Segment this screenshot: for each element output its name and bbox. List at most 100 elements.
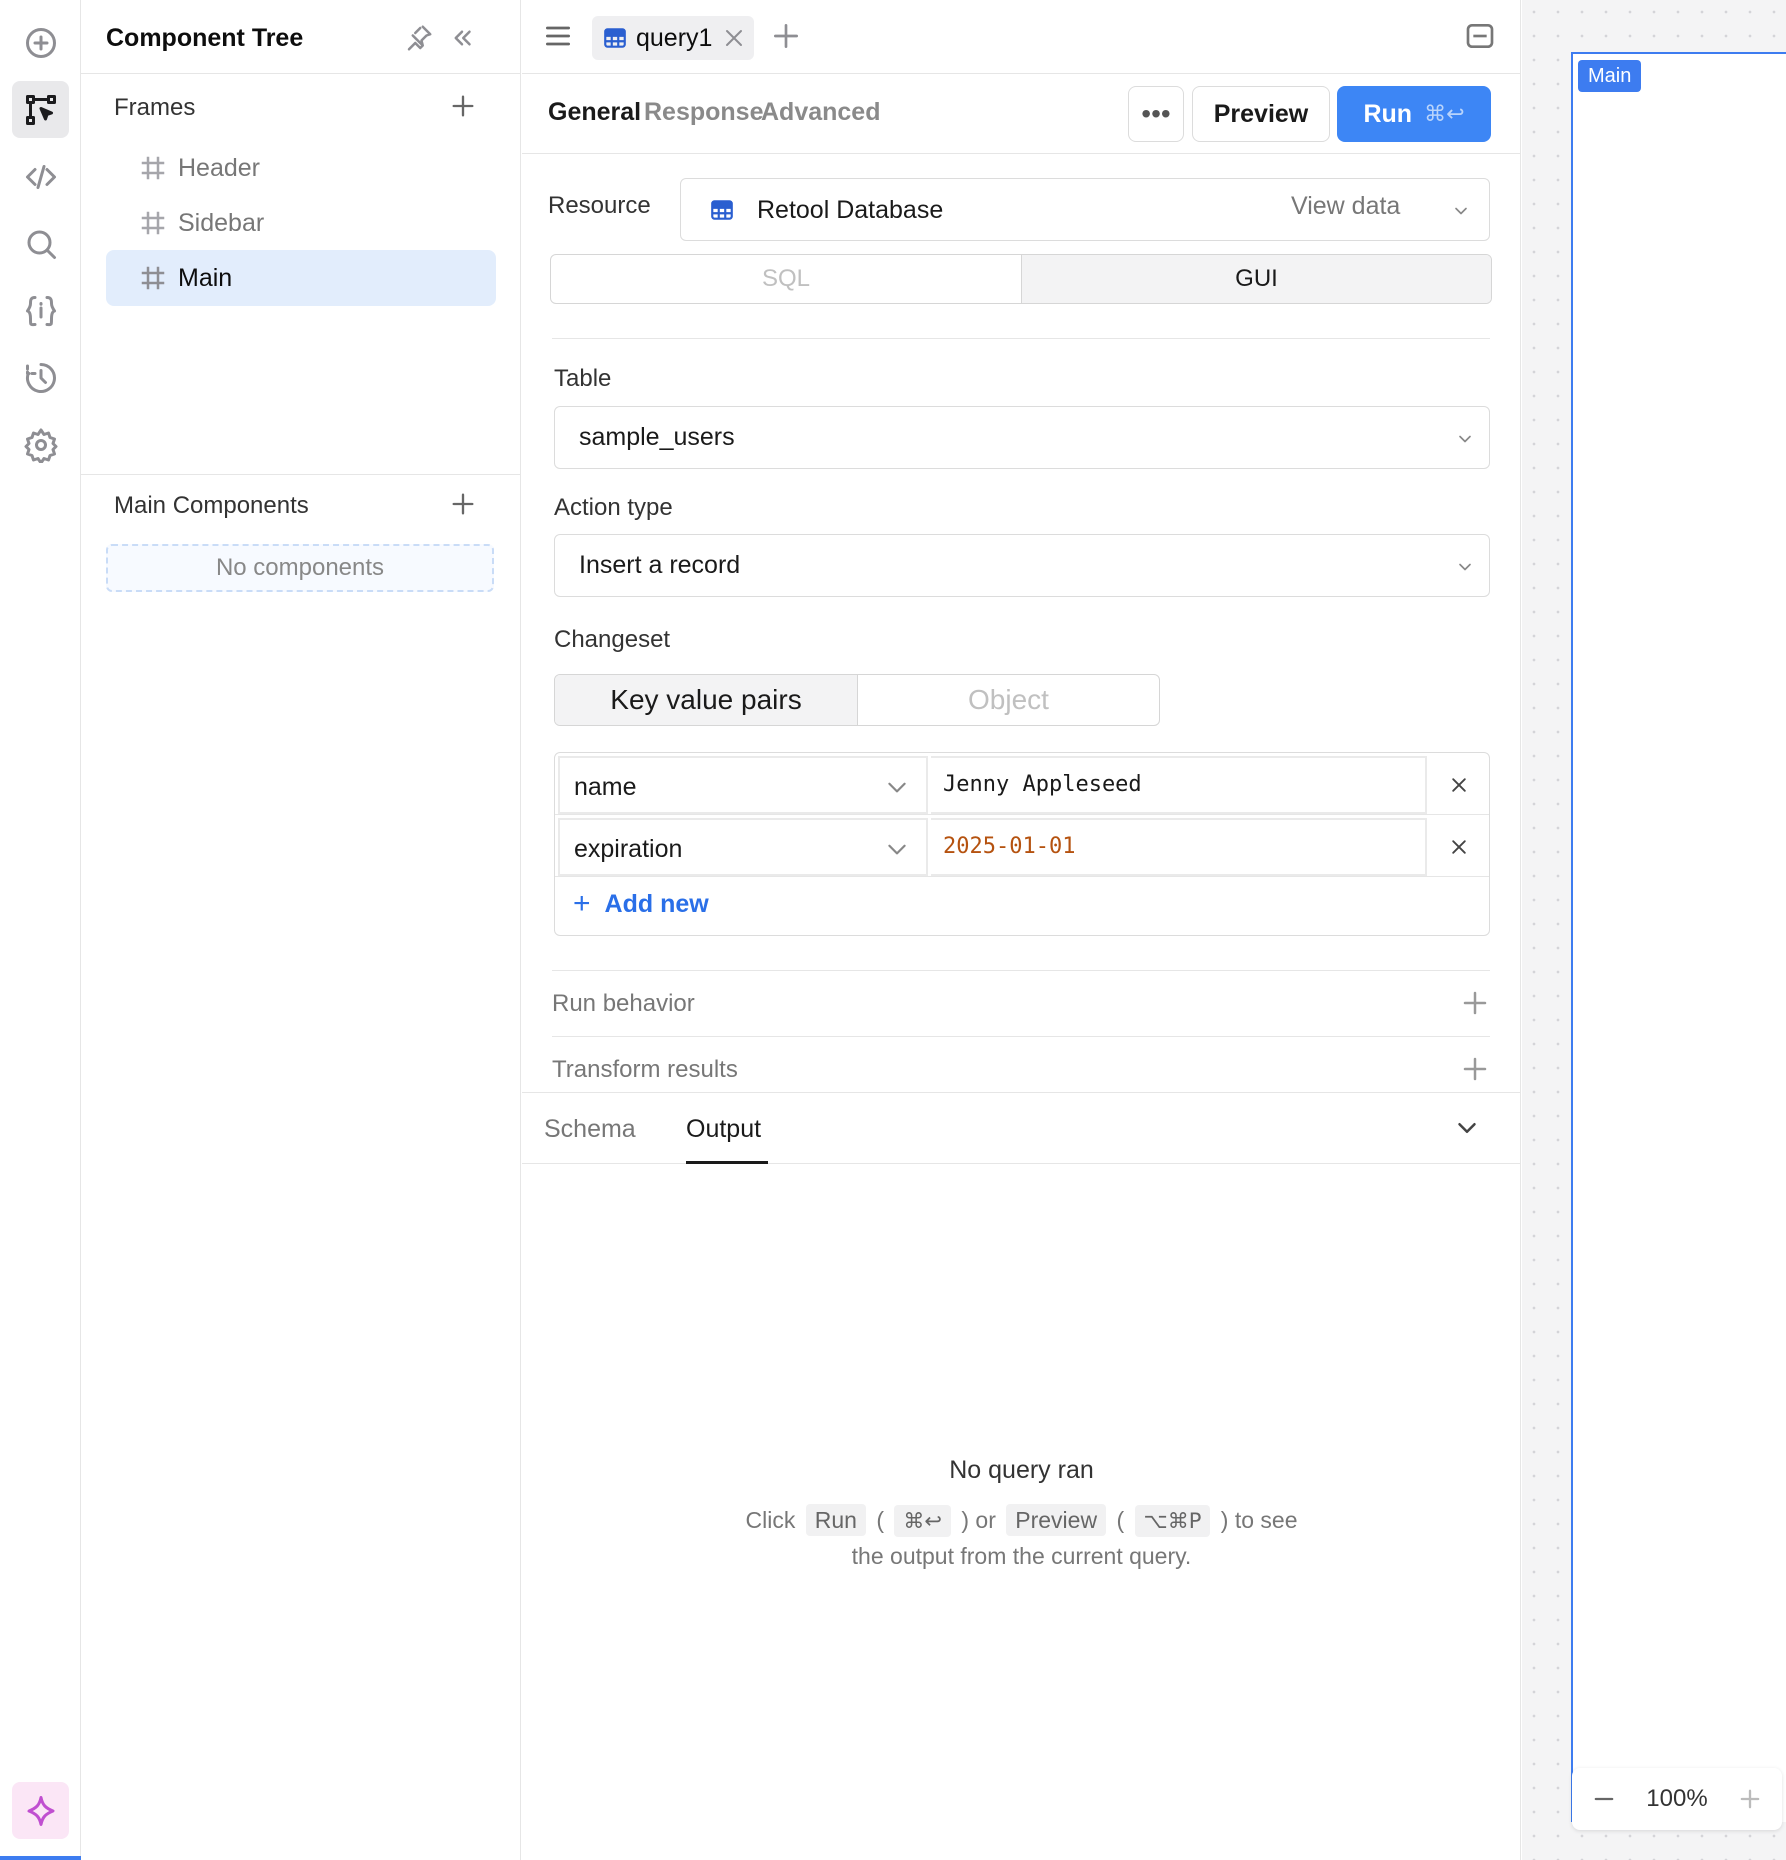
new-query-button[interactable]	[770, 20, 806, 56]
value-input[interactable]: Jenny Appleseed	[931, 756, 1427, 814]
empty-output-title: No query ran	[949, 1456, 1094, 1484]
close-icon	[726, 30, 743, 46]
key-select[interactable]: name	[558, 756, 928, 814]
tab-output[interactable]: Output	[686, 1115, 761, 1144]
key-value: expiration	[574, 835, 683, 863]
run-shortcut: ⌘↩	[1424, 101, 1465, 127]
query-tab-label: query1	[636, 23, 713, 52]
frame-item-header[interactable]: Header	[106, 140, 496, 196]
add-new-row-button[interactable]: + Add new	[573, 887, 709, 921]
query-tabs-bar: query1	[522, 0, 1521, 74]
tab-advanced[interactable]: Advanced	[761, 98, 880, 127]
plus-icon: +	[573, 887, 591, 920]
sparkle-icon	[27, 1795, 54, 1826]
delete-row-button[interactable]	[1431, 818, 1487, 876]
collapse-output-button[interactable]	[1452, 1113, 1484, 1145]
query-subtabs: General Response Advanced ••• Preview Ru…	[522, 74, 1521, 154]
add-main-component-button[interactable]	[445, 486, 481, 522]
query-list-button[interactable]	[542, 20, 578, 56]
section-divider	[81, 474, 521, 475]
transform-results-section[interactable]: Transform results	[552, 1042, 1490, 1098]
add-component-button[interactable]	[12, 14, 69, 71]
collapse-panel-button[interactable]	[444, 20, 480, 56]
components-section-title: Main Components	[114, 492, 309, 519]
minimize-panel-button[interactable]	[1464, 20, 1500, 56]
run-behavior-label: Run behavior	[552, 990, 695, 1017]
frame-hash-icon	[138, 208, 168, 238]
app-canvas[interactable]: Main 100%	[1522, 0, 1786, 1860]
hint-paren2: (	[1116, 1507, 1125, 1533]
tab-schema[interactable]: Schema	[544, 1115, 636, 1144]
value-input[interactable]: 2025-01-01	[931, 818, 1427, 876]
tab-general[interactable]: General	[548, 98, 641, 127]
history-button[interactable]	[12, 349, 69, 406]
chevron-down-icon	[884, 836, 910, 862]
state-button[interactable]	[12, 282, 69, 339]
add-new-label: Add new	[604, 889, 709, 918]
chevron-down-icon	[1455, 557, 1475, 577]
tree-title: Component Tree	[106, 24, 304, 52]
pin-panel-button[interactable]	[401, 20, 437, 56]
code-icon	[25, 164, 56, 189]
hint-or: ) or	[961, 1507, 996, 1533]
output-tabs: Schema Output	[522, 1092, 1521, 1164]
delete-row-button[interactable]	[1431, 756, 1487, 814]
zoom-control: 100%	[1572, 1768, 1782, 1830]
code-button[interactable]	[12, 148, 69, 205]
main-frame[interactable]	[1571, 52, 1786, 1822]
changeset-kv-option[interactable]: Key value pairs	[555, 675, 857, 725]
settings-icon	[24, 428, 57, 463]
frame-hash-icon	[138, 153, 168, 183]
view-data-link[interactable]: View data	[1291, 192, 1400, 221]
add-frame-button[interactable]	[445, 88, 481, 124]
collapse-left-icon	[454, 30, 471, 46]
changeset-object-option[interactable]: Object	[857, 675, 1159, 725]
frame-badge: Main	[1578, 60, 1642, 92]
preview-button[interactable]: Preview	[1192, 86, 1330, 142]
key-value: name	[574, 773, 637, 801]
zoom-out-button[interactable]	[1590, 1785, 1618, 1813]
table-select[interactable]: sample_users	[554, 406, 1490, 469]
frame-label: Sidebar	[178, 208, 265, 237]
key-select[interactable]: expiration	[558, 818, 928, 876]
plus-icon	[452, 493, 474, 515]
run-behavior-section[interactable]: Run behavior	[552, 976, 1490, 1032]
chevron-down-icon	[1455, 429, 1475, 449]
no-components-placeholder: No components	[106, 544, 494, 592]
frame-item-sidebar[interactable]: Sidebar	[106, 195, 496, 251]
component-tree-icon	[25, 94, 56, 125]
mode-sql-option[interactable]: SQL	[551, 255, 1021, 303]
search-icon	[27, 230, 56, 259]
ai-assist-button[interactable]	[12, 1782, 69, 1839]
changeset-table: name Jenny Appleseed expiration 2025-01-…	[554, 752, 1490, 936]
query-tab[interactable]: query1	[592, 16, 754, 60]
frame-item-main[interactable]: Main	[106, 250, 496, 306]
action-type-select[interactable]: Insert a record	[554, 534, 1490, 597]
run-button[interactable]: Run ⌘↩	[1337, 86, 1491, 142]
frames-section-title: Frames	[114, 94, 196, 121]
close-tab-button[interactable]	[722, 26, 746, 50]
changeset-mode-toggle: Key value pairs Object	[554, 674, 1160, 726]
value-text: Jenny Appleseed	[943, 772, 1142, 797]
resource-select[interactable]: Retool Database View data	[680, 178, 1490, 241]
table-row: name Jenny Appleseed	[555, 753, 1489, 815]
zoom-in-button[interactable]	[1736, 1785, 1764, 1813]
transform-results-label: Transform results	[552, 1056, 738, 1083]
mode-toggle: SQL GUI	[550, 254, 1492, 304]
component-tree-button[interactable]	[12, 81, 69, 138]
plus-icon	[452, 95, 474, 117]
panel-collapse-icon	[1466, 24, 1494, 48]
chevron-down-icon	[1451, 201, 1471, 221]
tab-response[interactable]: Response	[644, 98, 763, 127]
settings-button[interactable]	[12, 416, 69, 473]
mode-gui-option[interactable]: GUI	[1021, 255, 1491, 303]
hint-paren: (	[876, 1507, 884, 1533]
more-actions-button[interactable]: •••	[1128, 86, 1184, 142]
icon-rail	[0, 0, 175, 1860]
table-icon	[711, 200, 733, 220]
value-text: 2025-01-01	[943, 834, 1076, 859]
resource-label: Resource	[548, 192, 651, 219]
state-icon	[25, 295, 56, 326]
history-icon	[25, 362, 56, 393]
search-button[interactable]	[12, 215, 69, 272]
